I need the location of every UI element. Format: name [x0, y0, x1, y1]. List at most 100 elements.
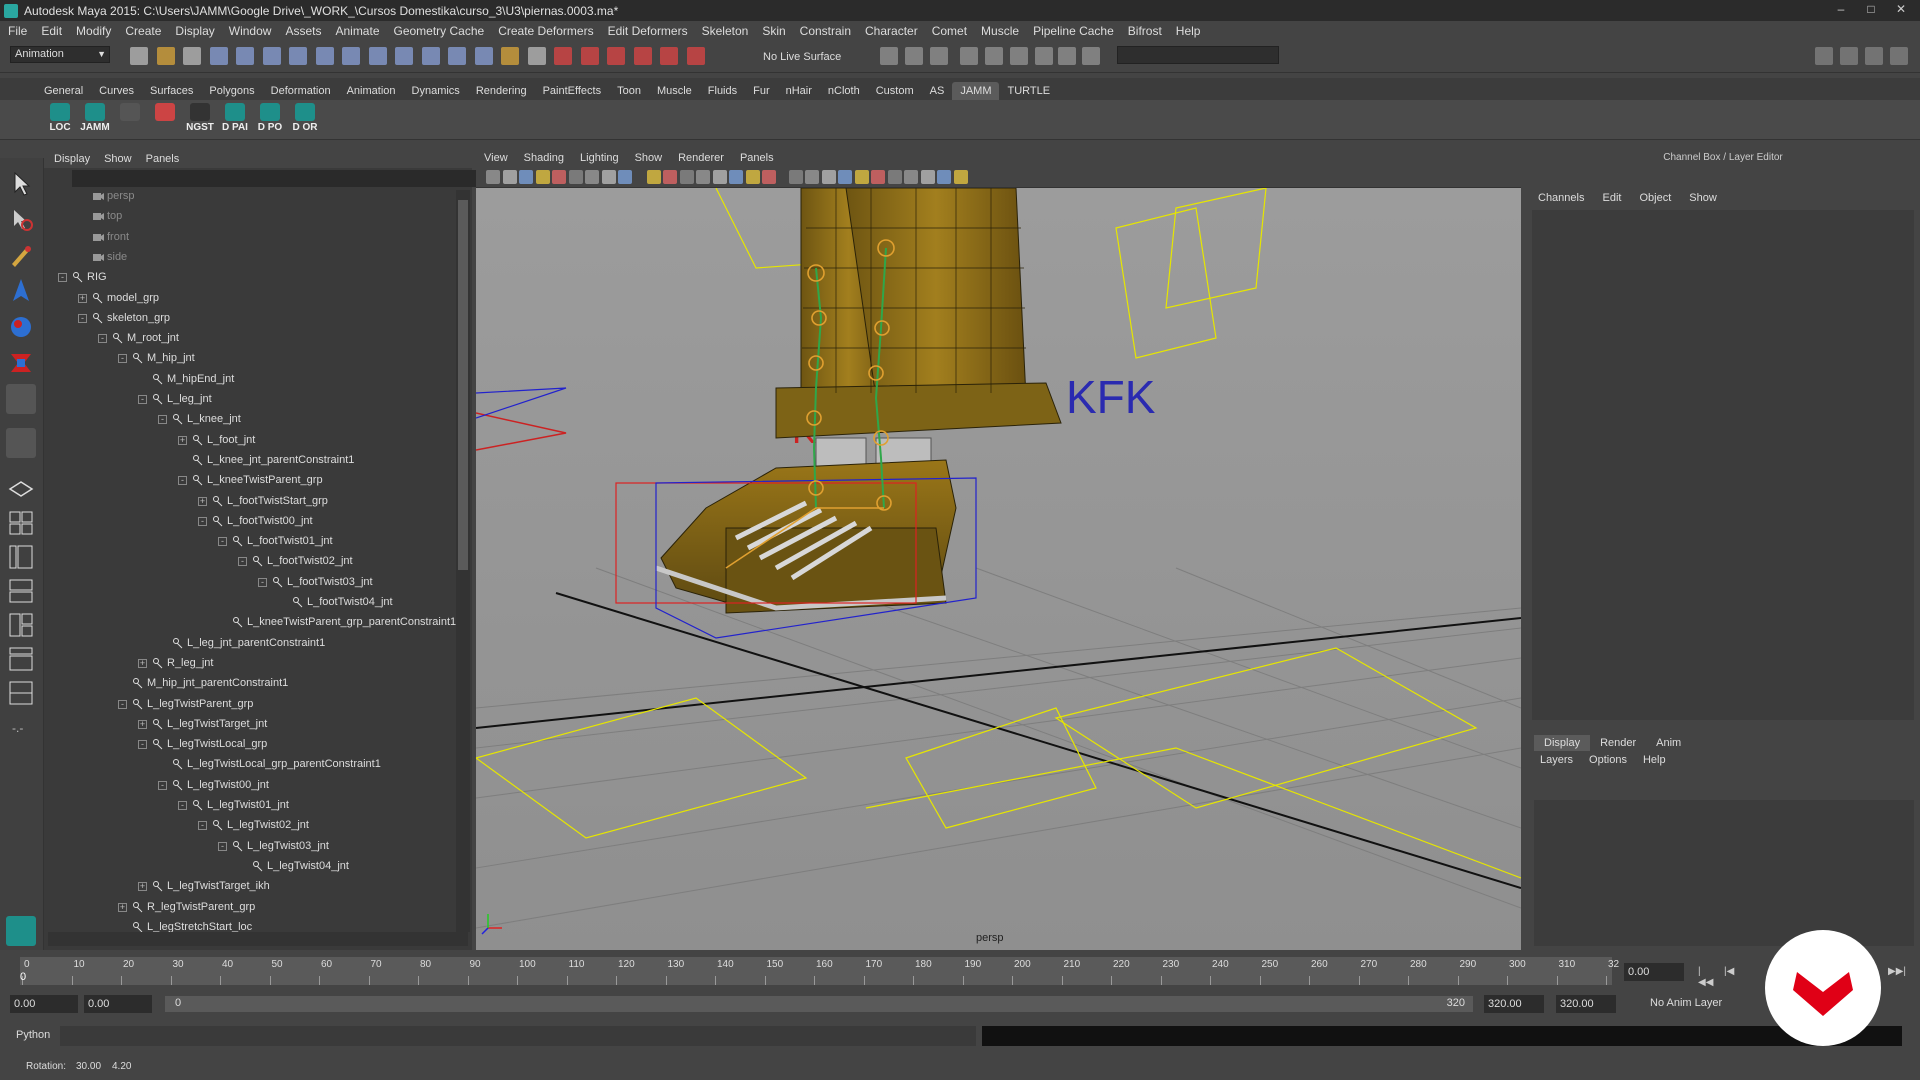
render-tool-icon[interactable] — [1010, 47, 1028, 65]
layer-menu-help[interactable]: Help — [1643, 754, 1666, 766]
menu-file[interactable]: File — [8, 24, 27, 38]
move-tool-icon[interactable] — [6, 276, 36, 306]
outliner-item-r-legtwistparent-grp[interactable]: + R_legTwistParent_grp — [118, 898, 255, 916]
viewport-tool-icon[interactable] — [887, 170, 902, 184]
viewport-tool-icon[interactable] — [762, 170, 776, 184]
viewport-tool-icon[interactable] — [646, 170, 661, 184]
viewport-tool-icon[interactable] — [953, 170, 968, 184]
shelf-tab-ncloth[interactable]: nCloth — [820, 82, 868, 100]
outliner-item-side[interactable]: side — [78, 248, 127, 266]
step-back-icon[interactable]: |◀ — [1724, 966, 1738, 978]
expand-toggle-icon[interactable]: + — [178, 435, 187, 445]
viewport-tool-icon[interactable] — [618, 170, 632, 184]
shelf-tab-jamm[interactable]: JAMM — [952, 82, 1000, 100]
start-time-field[interactable]: 0.00 — [10, 995, 78, 1013]
status-tool-icon[interactable] — [501, 47, 519, 65]
status-tool-icon[interactable] — [554, 47, 572, 65]
expand-toggle-icon[interactable]: - — [158, 415, 167, 425]
viewport-menu-show[interactable]: Show — [635, 152, 663, 164]
status-tool-icon[interactable] — [421, 47, 440, 65]
select-tool-icon[interactable] — [6, 168, 36, 198]
menu-edit[interactable]: Edit — [41, 24, 62, 38]
viewport-tool-icon[interactable] — [552, 170, 566, 184]
outliner-menu-show[interactable]: Show — [104, 153, 132, 165]
shelf-tab-muscle[interactable]: Muscle — [649, 82, 700, 100]
outliner-item-l-legtwisttarget-ikh[interactable]: + L_legTwistTarget_ikh — [138, 877, 270, 895]
shelf-tab-surfaces[interactable]: Surfaces — [142, 82, 201, 100]
render-tool-icon[interactable] — [930, 47, 948, 65]
expand-toggle-icon[interactable]: - — [118, 354, 127, 364]
outliner-vertical-scrollbar[interactable] — [456, 190, 470, 932]
rotate-tool-icon[interactable] — [6, 312, 36, 342]
outliner-item-l-legtwist01-jnt[interactable]: - L_legTwist01_jnt — [178, 796, 289, 814]
range-slider[interactable]: 0 320 — [165, 996, 1473, 1012]
status-tool-icon[interactable] — [156, 47, 175, 65]
expand-toggle-icon[interactable]: + — [138, 882, 147, 892]
render-tool-icon[interactable] — [1035, 47, 1053, 65]
layer-menu-options[interactable]: Options — [1589, 754, 1627, 766]
outliner-item-m-hipend-jnt[interactable]: M_hipEnd_jnt — [138, 370, 234, 388]
layout-single-icon[interactable] — [6, 474, 36, 504]
shelf-button-d-po[interactable]: D PO — [254, 103, 286, 137]
status-tool-icon[interactable] — [368, 47, 387, 65]
outliner-item-l-knee-jnt-parentconstraint1[interactable]: L_knee_jnt_parentConstraint1 — [178, 451, 354, 469]
outliner-item-l-kneetwistparent-grp-parentconstraint1[interactable]: L_kneeTwistParent_grp_parentConstraint1 — [218, 613, 456, 631]
shelf-tab-custom[interactable]: Custom — [868, 82, 922, 100]
shelf-tab-painteffects[interactable]: PaintEffects — [535, 82, 610, 100]
command-input[interactable] — [60, 1026, 976, 1046]
panel-toggle-icon[interactable] — [1840, 47, 1858, 65]
channel-box-area[interactable] — [1532, 210, 1914, 720]
viewport-tool-icon[interactable] — [805, 170, 819, 184]
viewport-menu-renderer[interactable]: Renderer — [678, 152, 724, 164]
end-time-field[interactable]: 320.00 — [1556, 995, 1616, 1013]
menu-animate[interactable]: Animate — [335, 24, 379, 38]
expand-toggle-icon[interactable]: - — [58, 273, 67, 283]
lasso-tool-icon[interactable] — [6, 204, 36, 234]
render-tool-icon[interactable] — [960, 47, 978, 65]
status-tool-icon[interactable] — [209, 47, 228, 65]
expand-toggle-icon[interactable]: - — [178, 801, 187, 810]
expand-toggle-icon[interactable]: - — [258, 577, 267, 587]
menu-constrain[interactable]: Constrain — [800, 24, 851, 38]
outliner-item-r-leg-jnt[interactable]: + R_leg_jnt — [138, 654, 213, 672]
shelf-tab-fur[interactable]: Fur — [745, 82, 778, 100]
viewport-tool-icon[interactable] — [663, 170, 677, 184]
channel-box-menu-edit[interactable]: Edit — [1602, 192, 1621, 204]
command-language-label[interactable]: Python — [16, 1029, 50, 1041]
outliner-menu-display[interactable]: Display — [54, 153, 90, 165]
anim-end-field[interactable]: 320.00 — [1484, 995, 1544, 1013]
viewport-tool-icon[interactable] — [601, 170, 616, 184]
render-tool-icon[interactable] — [880, 47, 898, 65]
viewport-tool-icon[interactable] — [519, 170, 533, 184]
status-tool-icon[interactable] — [236, 47, 254, 65]
shelf-tab-toon[interactable]: Toon — [609, 82, 649, 100]
viewport-menu-shading[interactable]: Shading — [524, 152, 564, 164]
expand-toggle-icon[interactable]: - — [238, 557, 247, 567]
anim-start-field[interactable]: 0.00 — [84, 995, 152, 1013]
anim-layer-label[interactable]: No Anim Layer — [1650, 997, 1722, 1009]
viewport-scene[interactable]: KFK K — [476, 188, 1521, 950]
layout-hypershade-icon[interactable] — [6, 610, 36, 640]
menu-pipeline-cache[interactable]: Pipeline Cache — [1033, 24, 1114, 38]
menu-comet[interactable]: Comet — [932, 24, 967, 38]
panel-toggle-icon[interactable] — [1865, 47, 1883, 65]
status-tool-icon[interactable] — [289, 47, 307, 65]
outliner-item-m-root-jnt[interactable]: - M_root_jnt — [98, 329, 179, 347]
shelf-tab-general[interactable]: General — [36, 82, 91, 100]
viewport-menu-lighting[interactable]: Lighting — [580, 152, 619, 164]
outliner-menu-panels[interactable]: Panels — [146, 153, 180, 165]
go-to-end-icon[interactable]: ▶▶| — [1888, 966, 1906, 978]
expand-toggle-icon[interactable]: - — [158, 780, 167, 790]
channel-box-menu-channels[interactable]: Channels — [1538, 192, 1584, 204]
maximize-button[interactable]: □ — [1856, 0, 1886, 18]
menu-character[interactable]: Character — [865, 24, 918, 38]
viewport-tool-icon[interactable] — [486, 170, 500, 184]
outliner-item-m-hip-jnt-parentconstraint1[interactable]: M_hip_jnt_parentConstraint1 — [118, 674, 288, 692]
quick-select-field[interactable] — [1117, 46, 1279, 64]
shelf-tab-as[interactable]: AS — [922, 82, 953, 100]
viewport-tool-icon[interactable] — [871, 170, 885, 184]
shelf-button-jamm[interactable]: JAMM — [79, 103, 111, 137]
status-tool-icon[interactable] — [448, 47, 466, 65]
outliner-item-l-kneetwistparent-grp[interactable]: - L_kneeTwistParent_grp — [178, 471, 323, 489]
outliner-item-l-legstretchstart-loc[interactable]: L_legStretchStart_loc — [118, 918, 252, 932]
